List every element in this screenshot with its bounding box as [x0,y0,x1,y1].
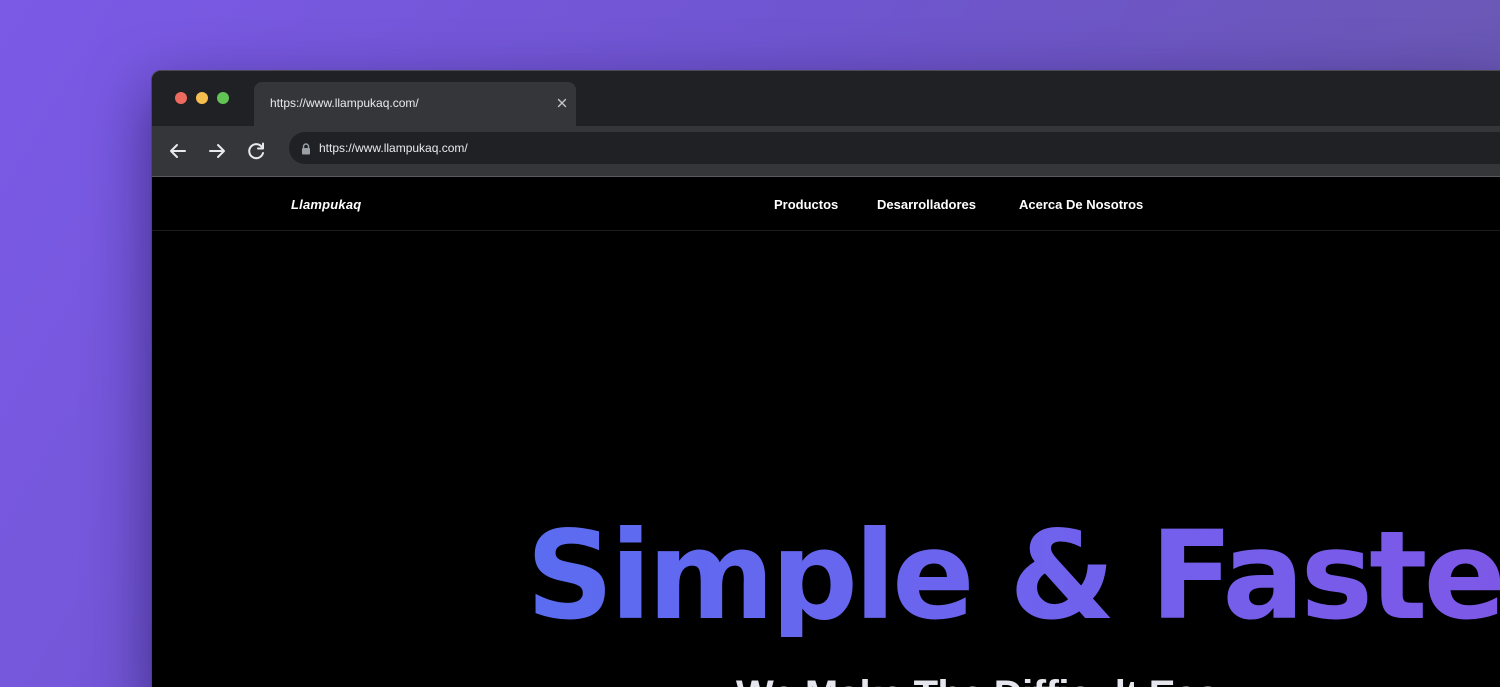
hero-subtitle: We Make The Difficult Easy [736,673,1241,687]
browser-window: https://www.llampukaq.com/ https://www.l… [151,70,1500,687]
site-logo[interactable]: Llampukaq [291,197,361,212]
arrow-left-icon[interactable] [166,139,190,163]
address-bar[interactable]: https://www.llampukaq.com/ [289,132,1500,164]
browser-toolbar: https://www.llampukaq.com/ [152,126,1500,177]
browser-tab[interactable]: https://www.llampukaq.com/ [254,82,576,126]
window-minimize-button[interactable] [196,92,208,104]
window-maximize-button[interactable] [217,92,229,104]
nav-link-productos[interactable]: Productos [774,197,838,212]
url-text[interactable]: https://www.llampukaq.com/ [319,141,468,155]
reload-icon[interactable] [244,139,268,163]
nav-link-desarrolladores[interactable]: Desarrolladores [877,197,976,212]
site-header: Llampukaq Productos Desarrolladores Acer… [152,179,1500,231]
arrow-right-icon[interactable] [205,139,229,163]
tab-title: https://www.llampukaq.com/ [270,96,419,110]
lock-icon [301,142,311,155]
browser-titlebar: https://www.llampukaq.com/ [152,71,1500,126]
page-viewport: Llampukaq Productos Desarrolladores Acer… [152,179,1500,687]
nav-link-acerca-de-nosotros[interactable]: Acerca De Nosotros [1019,197,1143,212]
hero-title: Simple & Faster [526,515,1500,637]
window-close-button[interactable] [175,92,187,104]
close-icon[interactable] [554,95,570,111]
